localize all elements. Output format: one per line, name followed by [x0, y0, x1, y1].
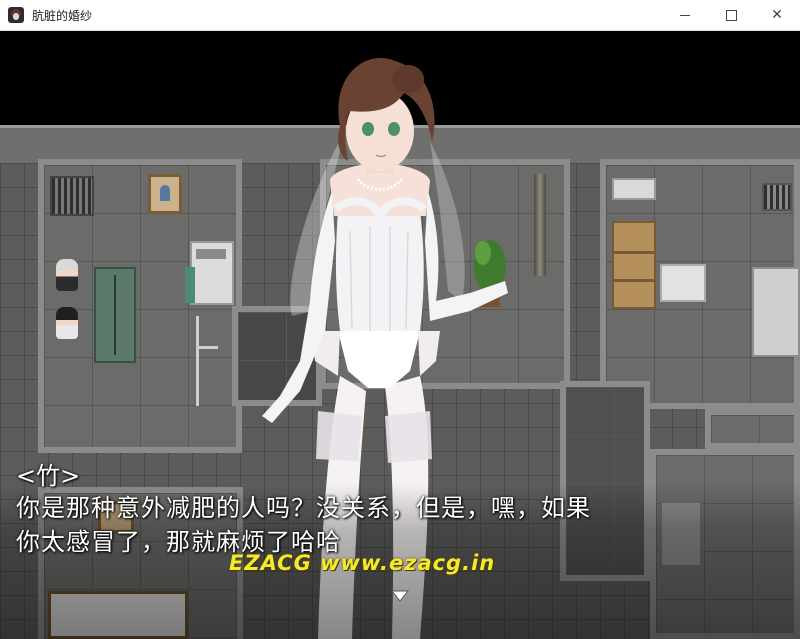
maximize-icon — [725, 9, 737, 21]
copy-machine — [190, 241, 234, 305]
minimize-icon — [680, 14, 690, 16]
down-triangle-icon[interactable] — [391, 590, 409, 602]
counter — [660, 264, 706, 302]
player-character[interactable] — [56, 307, 78, 339]
room-corridor-dark — [232, 306, 322, 406]
wall-pipe — [534, 174, 546, 276]
back-wall — [0, 125, 800, 163]
close-icon: ✕ — [771, 7, 783, 23]
close-button[interactable]: ✕ — [754, 0, 800, 30]
wall-portrait — [148, 174, 182, 214]
minimize-button[interactable] — [662, 0, 708, 30]
game-window: 肮脏的婚纱 ✕ <竹> 你是那种意外减肥的人吗？没关系，但是，嘿，如果 你太感冒… — [0, 0, 800, 639]
watermark: EZACG www.ezacg.in — [229, 551, 496, 575]
speaker-name: <竹> — [16, 462, 81, 490]
vent-grate — [50, 176, 94, 216]
maximize-button[interactable] — [708, 0, 754, 30]
title-bar[interactable]: 肮脏的婚纱 ✕ — [0, 0, 800, 31]
bed-right — [752, 267, 800, 357]
dialogue-line-1: 你是那种意外减肥的人吗？没关系，但是，嘿，如果 — [16, 494, 591, 522]
wall-cabinet — [612, 178, 656, 200]
app-icon — [8, 7, 24, 23]
locker — [94, 267, 136, 363]
npc-white-hair[interactable] — [56, 259, 78, 291]
room-center — [320, 159, 570, 389]
vent-grate-right — [762, 183, 792, 211]
hair-bun — [392, 65, 424, 93]
room-right-ledge — [705, 409, 800, 449]
storage-shelf — [612, 221, 656, 309]
equipment-stand — [185, 267, 195, 303]
iv-stand — [196, 316, 223, 406]
window-title: 肮脏的婚纱 — [32, 9, 93, 23]
